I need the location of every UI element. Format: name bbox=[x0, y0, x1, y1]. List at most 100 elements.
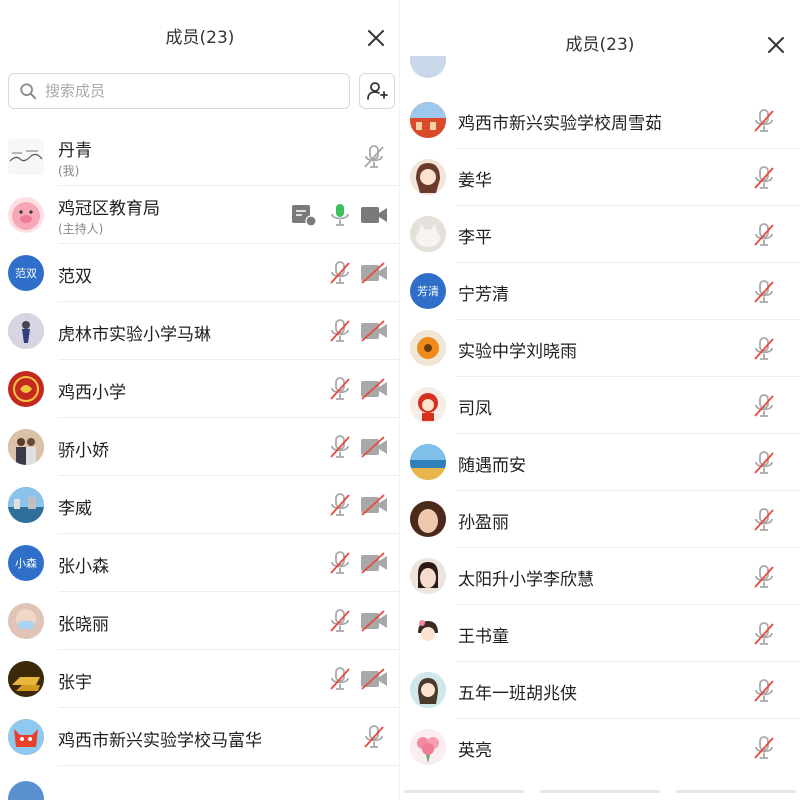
camera-off-icon[interactable] bbox=[360, 610, 388, 632]
mic-muted-icon[interactable] bbox=[328, 550, 352, 576]
member-avatar: 范双 bbox=[8, 255, 44, 291]
mic-muted-icon[interactable] bbox=[752, 735, 776, 761]
mic-muted-icon[interactable] bbox=[752, 450, 776, 476]
camera-off-icon[interactable] bbox=[360, 494, 388, 516]
close-icon[interactable] bbox=[364, 26, 388, 50]
mic-muted-icon[interactable] bbox=[752, 393, 776, 419]
member-row[interactable]: 英亮 bbox=[400, 719, 800, 776]
member-name: 张小森 bbox=[58, 557, 109, 577]
member-row[interactable]: 丹青 (我) bbox=[0, 128, 400, 186]
mic-muted-icon[interactable] bbox=[328, 260, 352, 286]
bottom-toolbar-segment bbox=[404, 790, 524, 793]
member-row[interactable]: 鸡西小学 bbox=[0, 360, 400, 418]
close-icon[interactable] bbox=[764, 33, 788, 57]
camera-off-icon[interactable] bbox=[360, 668, 388, 690]
mic-muted-icon[interactable] bbox=[362, 724, 386, 750]
mic-muted-icon[interactable] bbox=[328, 376, 352, 402]
member-row[interactable]: 太阳升小学李欣慧 bbox=[400, 548, 800, 605]
member-avatar bbox=[410, 444, 446, 480]
member-name: 虎林市实验小学马琳 bbox=[58, 325, 211, 345]
mic-muted-icon[interactable] bbox=[328, 666, 352, 692]
search-input[interactable] bbox=[43, 81, 327, 101]
woman-face-light-icon bbox=[410, 558, 446, 594]
camera-off-icon[interactable] bbox=[360, 262, 388, 284]
bottom-toolbar-segment bbox=[540, 790, 660, 793]
member-row[interactable]: 鸡冠区教育局 (主持人) bbox=[0, 186, 400, 244]
screen-share-icon[interactable] bbox=[290, 202, 318, 228]
cartoon-girl-hair-icon bbox=[410, 672, 446, 708]
member-avatar bbox=[8, 661, 44, 697]
member-avatar bbox=[8, 603, 44, 639]
mic-muted-icon[interactable] bbox=[328, 608, 352, 634]
member-row[interactable]: 随遇而安 bbox=[400, 434, 800, 491]
member-row[interactable]: 五年一班胡兆侠 bbox=[400, 662, 800, 719]
member-name: 张宇 bbox=[58, 673, 92, 693]
invite-member-button[interactable] bbox=[359, 73, 395, 109]
member-avatar bbox=[8, 313, 44, 349]
member-row[interactable]: 虎林市实验小学马琳 bbox=[0, 302, 400, 360]
member-row[interactable]: 鸡西市新兴实验学校周雪茹 bbox=[400, 92, 800, 149]
member-name: 鸡西市新兴实验学校周雪茹 bbox=[458, 114, 662, 134]
member-avatar: 小森 bbox=[8, 545, 44, 581]
member-avatar-partial bbox=[8, 781, 44, 800]
member-avatar bbox=[410, 729, 446, 765]
masked-face-icon bbox=[8, 603, 44, 639]
panel-title: 成员(23) bbox=[565, 35, 635, 55]
panel-header: 成员(23) bbox=[0, 18, 400, 58]
mic-muted-icon[interactable] bbox=[752, 564, 776, 590]
member-row[interactable]: 王书童 bbox=[400, 605, 800, 662]
member-name: 丹青 bbox=[58, 141, 92, 161]
member-tag: (主持人) bbox=[58, 222, 104, 236]
camera-on-icon[interactable] bbox=[360, 204, 388, 226]
member-row[interactable]: 范双 范双 bbox=[0, 244, 400, 302]
mic-muted-icon[interactable] bbox=[328, 318, 352, 344]
member-avatar bbox=[410, 330, 446, 366]
member-row[interactable]: 芳清 宁芳清 bbox=[400, 263, 800, 320]
member-row[interactable]: 李威 bbox=[0, 476, 400, 534]
members-panel-right: 成员(23) 鸡西市新兴实验学校周雪茹 姜华 李平 芳清 宁芳清 实验中学刘晓雨… bbox=[400, 0, 800, 800]
mic-muted-icon[interactable] bbox=[752, 222, 776, 248]
camera-off-icon[interactable] bbox=[360, 320, 388, 342]
member-avatar bbox=[410, 615, 446, 651]
mic-muted-icon[interactable] bbox=[752, 108, 776, 134]
couple-photo-icon bbox=[8, 429, 44, 465]
bottom-toolbar-segment bbox=[676, 790, 796, 793]
mic-muted-icon[interactable] bbox=[752, 279, 776, 305]
camera-off-icon[interactable] bbox=[360, 378, 388, 400]
mic-muted-icon[interactable] bbox=[362, 144, 386, 170]
mic-muted-icon[interactable] bbox=[328, 492, 352, 518]
mic-active-icon[interactable] bbox=[328, 202, 352, 228]
member-name: 鸡西市新兴实验学校马富华 bbox=[58, 731, 262, 751]
mic-muted-icon[interactable] bbox=[752, 507, 776, 533]
member-row[interactable]: 实验中学刘晓雨 bbox=[400, 320, 800, 377]
member-row[interactable]: 鸡西市新兴实验学校马富华 bbox=[0, 708, 400, 766]
member-row[interactable]: 李平 bbox=[400, 206, 800, 263]
camera-off-icon[interactable] bbox=[360, 436, 388, 458]
member-row[interactable]: 张晓丽 bbox=[0, 592, 400, 650]
mic-muted-icon[interactable] bbox=[752, 621, 776, 647]
mic-muted-icon[interactable] bbox=[752, 336, 776, 362]
figure-photo-icon bbox=[8, 313, 44, 349]
member-avatar bbox=[410, 159, 446, 195]
mic-muted-icon[interactable] bbox=[752, 165, 776, 191]
member-avatar bbox=[410, 387, 446, 423]
member-avatar bbox=[410, 216, 446, 252]
member-name: 司凤 bbox=[458, 399, 492, 419]
member-name: 鸡冠区教育局 bbox=[58, 199, 160, 219]
avatar-initials: 范双 bbox=[15, 267, 37, 280]
member-name: 范双 bbox=[58, 267, 92, 287]
mic-muted-icon[interactable] bbox=[752, 678, 776, 704]
member-row[interactable]: 司凤 bbox=[400, 377, 800, 434]
member-row[interactable]: 小森 张小森 bbox=[0, 534, 400, 592]
camera-off-icon[interactable] bbox=[360, 552, 388, 574]
member-row[interactable]: 张宇 bbox=[0, 650, 400, 708]
member-row[interactable]: 姜华 bbox=[400, 149, 800, 206]
member-name: 孙盈丽 bbox=[458, 513, 509, 533]
member-name: 太阳升小学李欣慧 bbox=[458, 570, 594, 590]
mic-muted-icon[interactable] bbox=[328, 434, 352, 460]
member-row[interactable]: 孙盈丽 bbox=[400, 491, 800, 548]
member-row[interactable]: 骄小娇 bbox=[0, 418, 400, 476]
pink-bouquet-icon bbox=[410, 729, 446, 765]
search-box[interactable] bbox=[8, 73, 350, 109]
red-cartoon-doll-icon bbox=[410, 387, 446, 423]
